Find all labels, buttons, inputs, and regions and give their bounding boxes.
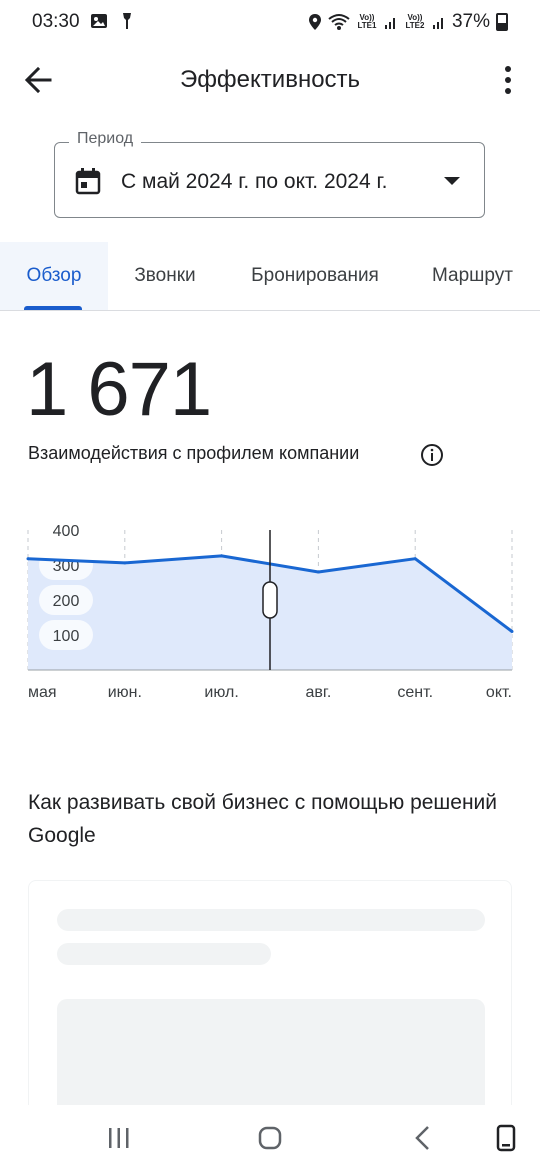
calendar-icon (75, 168, 101, 195)
interactions-chart[interactable]: 100200300400мая июн. июл. авг. сент. окт. (0, 510, 540, 710)
recent-apps-button[interactable] (104, 1121, 134, 1155)
chart-point (123, 561, 127, 565)
y-tick-label: 200 (53, 593, 80, 610)
chart-scrubber-handle (262, 581, 278, 619)
metric-label: Взаимодействия с профилем компании (28, 443, 360, 463)
signal-icon (432, 18, 443, 29)
active-tab-indicator (24, 306, 82, 310)
section-heading: Как развивать свой бизнес с помощью реше… (28, 791, 498, 847)
app-bar: Эффективность (0, 48, 540, 112)
skeleton-block (57, 999, 485, 1121)
rotate-screen-button[interactable] (492, 1121, 520, 1155)
more-vert-icon (505, 66, 511, 72)
period-label: Период (69, 130, 142, 148)
skeleton-line (57, 909, 485, 931)
tab-bookings[interactable]: Бронирования (222, 242, 408, 310)
tab-overview[interactable]: Обзор (0, 242, 108, 310)
x-tick-label: июн. (108, 684, 142, 701)
y-tick-label: 400 (53, 523, 80, 540)
image-icon (91, 14, 107, 28)
x-tick-label: сент. (397, 684, 433, 701)
info-icon[interactable] (420, 443, 444, 467)
x-tick-label: мая (28, 684, 57, 701)
x-tick-label: июл. (204, 684, 238, 701)
sim1-label: Vo)) LTE1 (357, 13, 377, 30)
tab-label: Бронирования (251, 265, 379, 286)
tab-bar: Обзор Звонки Бронирования Маршрут (0, 242, 540, 311)
skeleton-line (57, 943, 271, 965)
more-options-button[interactable] (500, 62, 516, 98)
dropdown-arrow-icon (444, 177, 460, 185)
metric-value: 1 671 (26, 347, 212, 432)
x-tick-label: авг. (306, 684, 332, 701)
loading-card (28, 880, 512, 1121)
tab-directions[interactable]: Маршрут (408, 242, 540, 310)
tab-label: Обзор (26, 265, 82, 286)
chart-point (413, 557, 417, 561)
system-nav-bar (0, 1105, 540, 1170)
x-tick-label: окт. (486, 684, 512, 701)
home-icon (258, 1126, 282, 1150)
tab-label: Маршрут (432, 265, 513, 286)
recent-apps-icon (109, 1128, 129, 1148)
page-title: Эффективность (179, 66, 361, 93)
period-dropdown[interactable]: Период С май 2024 г. по окт. 2024 г. (54, 130, 485, 218)
chart-point (26, 557, 30, 561)
chart-point (220, 554, 224, 558)
sim2-label: Vo)) LTE2 (405, 13, 425, 30)
status-bar: 03:30 Vo)) LTE1 Vo)) LTE2 37% (0, 0, 540, 44)
chart-point (316, 570, 320, 574)
signal-icon (384, 18, 395, 29)
battery-percent: 37% (451, 11, 490, 32)
location-icon (308, 14, 321, 30)
period-value: С май 2024 г. по окт. 2024 г. (121, 170, 388, 193)
status-time: 03:30 (32, 11, 80, 32)
screen-rotate-icon (496, 1124, 516, 1152)
tab-calls[interactable]: Звонки (108, 242, 222, 310)
home-button[interactable] (254, 1121, 286, 1155)
nav-back-button[interactable] (408, 1121, 436, 1155)
battery-icon (496, 13, 508, 31)
y-tick-label: 100 (53, 628, 80, 645)
tab-label: Звонки (134, 265, 196, 286)
wifi-icon (328, 14, 350, 30)
chart-point (510, 630, 514, 633)
flashlight-icon (123, 13, 131, 29)
back-icon (415, 1126, 429, 1150)
